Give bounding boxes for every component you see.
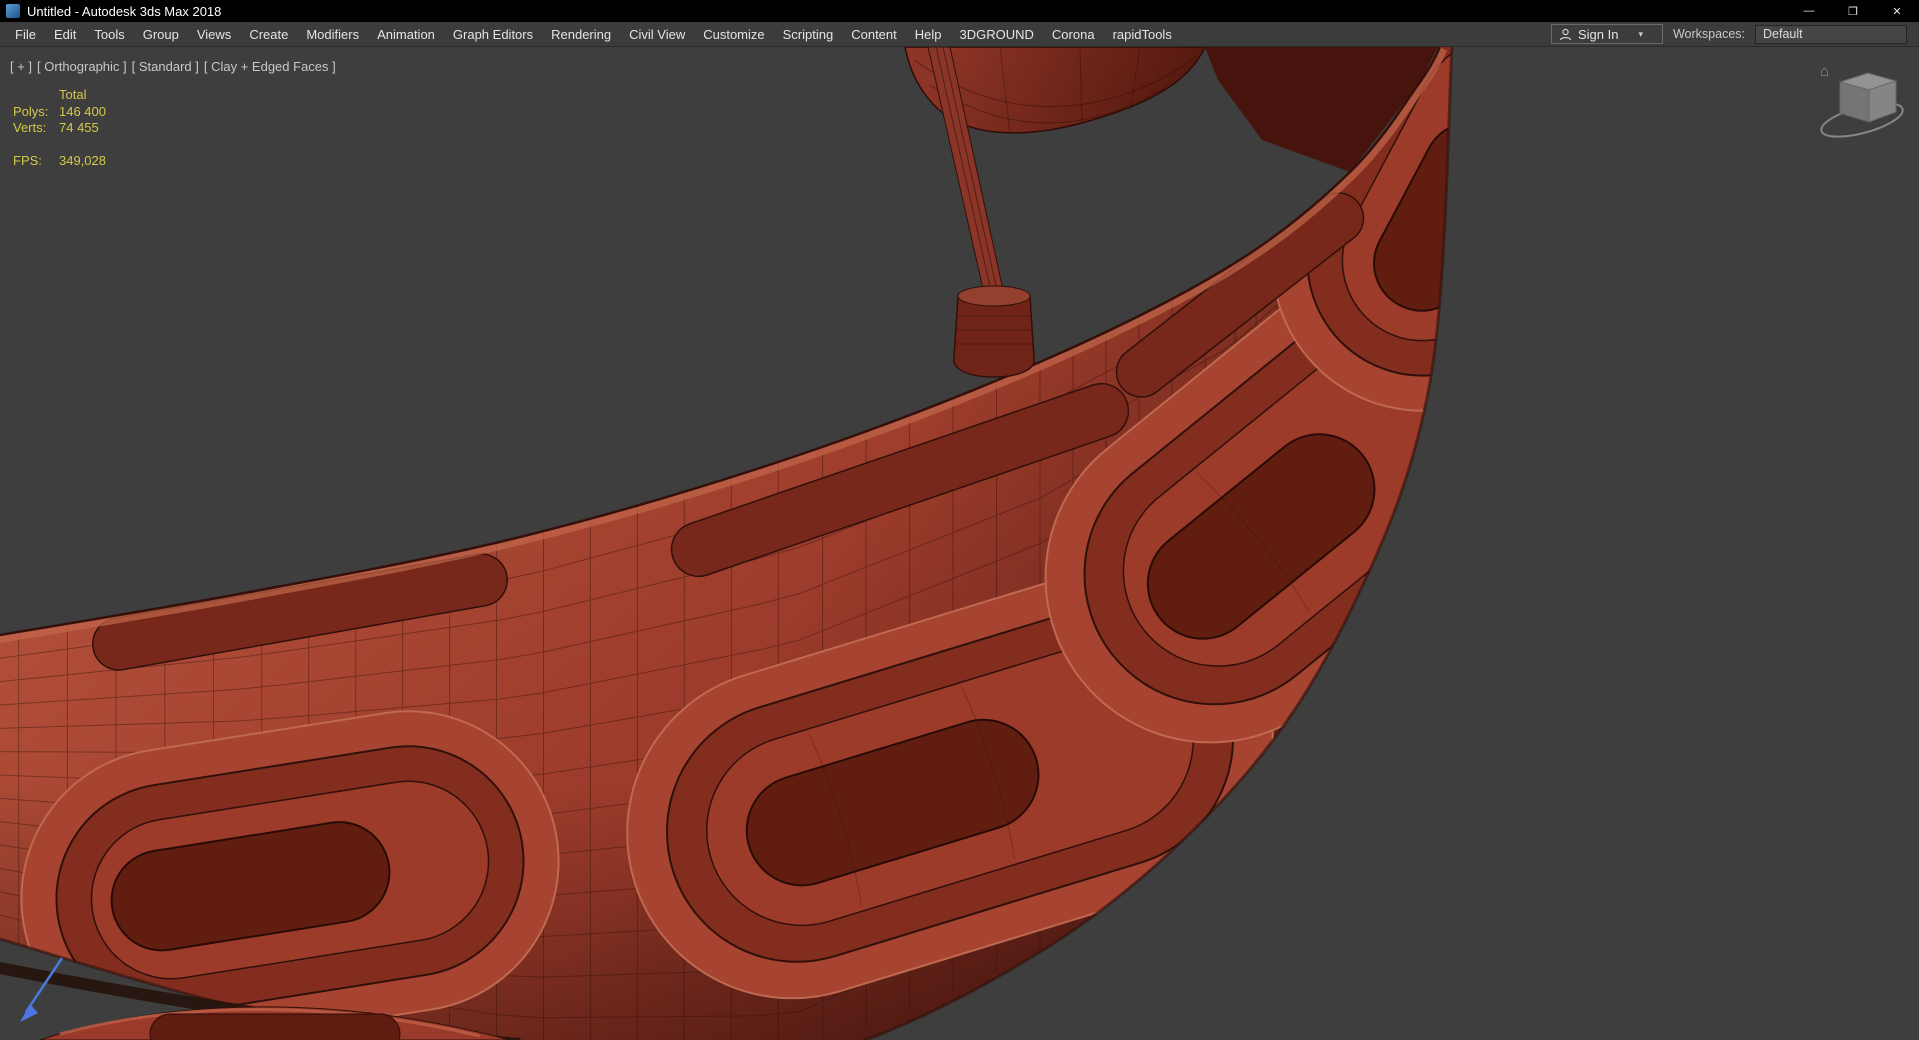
menu-civil-view[interactable]: Civil View — [620, 24, 694, 45]
menu-modifiers[interactable]: Modifiers — [297, 24, 368, 45]
menu-scripting[interactable]: Scripting — [774, 24, 843, 45]
maximize-button[interactable]: ❐ — [1831, 0, 1875, 22]
stats-polys-value: 146 400 — [59, 103, 106, 119]
viewport-menu-pov[interactable]: [ Orthographic ] — [37, 59, 127, 74]
menu-3dground[interactable]: 3DGROUND — [951, 24, 1043, 45]
perspective-viewport[interactable]: ⌂ [ + ] [ Orthographic ] [ Standard ] [ … — [0, 47, 1919, 1040]
viewport-label: [ + ] [ Orthographic ] [ Standard ] [ Cl… — [10, 59, 336, 74]
title-bar[interactable]: Untitled - Autodesk 3ds Max 2018 — ❐ ✕ — [0, 0, 1919, 22]
stats-verts-label: Verts: — [13, 120, 47, 135]
viewport-statistics: Total Polys: 146 400 Verts: 74 455 FPS: 349… — [13, 87, 106, 169]
stats-total-label: Total — [59, 87, 87, 102]
stats-fps-label: FPS: — [13, 152, 42, 168]
menu-rapidtools[interactable]: rapidTools — [1104, 24, 1181, 45]
menu-create[interactable]: Create — [240, 24, 297, 45]
workspace-value: Default — [1763, 27, 1803, 41]
model-3d-object[interactable] — [0, 47, 1919, 1040]
sign-in-label: Sign In — [1577, 26, 1619, 42]
app-icon — [6, 4, 20, 18]
stats-polys-label: Polys: — [13, 103, 49, 119]
menu-rendering[interactable]: Rendering — [542, 24, 620, 45]
menu-bar: File Edit Tools Group Views Create Modif… — [0, 22, 1919, 47]
viewcube-home-icon[interactable]: ⌂ — [1820, 63, 1829, 80]
sign-in-button[interactable]: Sign In ▾ — [1550, 24, 1663, 44]
window-title: Untitled - Autodesk 3ds Max 2018 — [27, 3, 222, 19]
stats-fps-value: 349,028 — [59, 152, 106, 168]
user-icon — [1559, 28, 1572, 40]
menu-group[interactable]: Group — [134, 24, 188, 45]
viewport-menu-general[interactable]: [ + ] — [10, 59, 32, 74]
menu-help[interactable]: Help — [906, 24, 951, 45]
viewport-menu-shading[interactable]: [ Clay + Edged Faces ] — [204, 59, 336, 74]
workspaces-label: Workspaces: — [1672, 27, 1745, 41]
window-controls: — ❐ ✕ — [1787, 0, 1919, 22]
menu-content[interactable]: Content — [842, 24, 906, 45]
menu-corona[interactable]: Corona — [1043, 24, 1104, 45]
chevron-down-icon: ▾ — [1638, 28, 1643, 39]
viewport-canvas[interactable]: ⌂ — [0, 47, 1919, 1040]
menu-file[interactable]: File — [6, 24, 45, 45]
stats-verts-value: 74 455 — [59, 120, 99, 135]
menu-graph-editors[interactable]: Graph Editors — [444, 24, 542, 45]
workspaces-select[interactable]: Default — [1755, 24, 1907, 44]
minimize-button[interactable]: — — [1787, 0, 1831, 22]
viewport-menu-renderer[interactable]: [ Standard ] — [132, 59, 199, 74]
model-crown — [953, 285, 1035, 378]
close-button[interactable]: ✕ — [1875, 0, 1919, 22]
menu-customize[interactable]: Customize — [694, 24, 773, 45]
application-window: Untitled - Autodesk 3ds Max 2018 — ❐ ✕ F… — [0, 0, 1919, 1040]
viewcube[interactable]: ⌂ — [1818, 63, 1906, 143]
menu-bar-right: Sign In ▾ Workspaces: Default — [1550, 24, 1913, 44]
menu-edit[interactable]: Edit — [45, 24, 85, 45]
menu-animation[interactable]: Animation — [368, 24, 444, 45]
menu-tools[interactable]: Tools — [85, 24, 133, 45]
menu-views[interactable]: Views — [188, 24, 240, 45]
